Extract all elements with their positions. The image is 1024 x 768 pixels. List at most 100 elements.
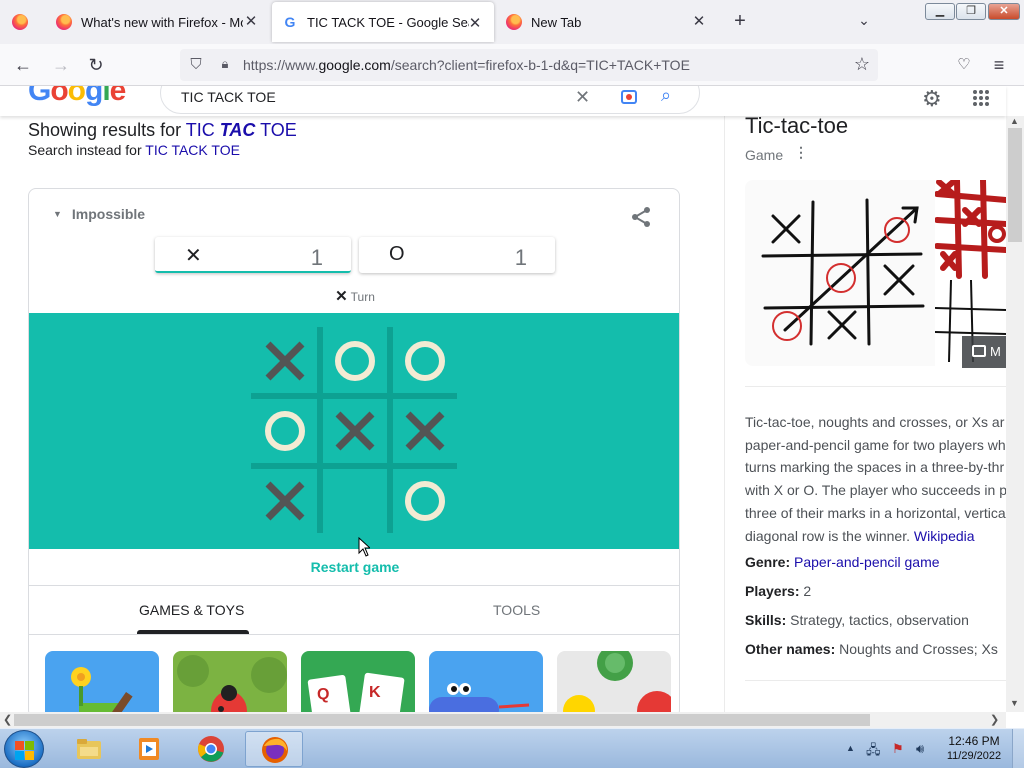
x-mark-icon — [335, 411, 375, 451]
tab-tools[interactable]: TOOLS — [493, 602, 540, 618]
lock-icon[interactable]: 🔒︎ — [218, 56, 232, 74]
clock-date[interactable]: 11/29/2022 — [942, 750, 1006, 762]
show-hidden-icons-icon[interactable]: ▲ — [846, 743, 855, 753]
o-mark-icon — [405, 341, 445, 381]
tab-games-and-toys[interactable]: GAMES & TOYS — [139, 602, 244, 618]
card-tabs: GAMES & TOYS TOOLS — [29, 585, 679, 635]
more-images-button[interactable]: M — [962, 336, 1006, 368]
more-options-icon[interactable]: ⋮ — [794, 144, 808, 161]
board-cell[interactable] — [251, 397, 321, 467]
scroll-down-arrow-icon[interactable]: ▼ — [1010, 698, 1019, 708]
clear-search-icon[interactable]: ✕ — [575, 87, 590, 108]
genre-link[interactable]: Paper-and-pencil game — [794, 554, 940, 570]
restart-game-button[interactable]: Restart game — [29, 559, 679, 575]
tab-new-tab[interactable]: New Tab ✕ — [496, 0, 718, 44]
google-lens-icon[interactable] — [621, 90, 637, 104]
tab-pinned-firefox[interactable] — [0, 0, 42, 44]
board-cell[interactable] — [391, 397, 461, 467]
board-cell[interactable] — [391, 327, 461, 397]
back-arrow-icon[interactable]: ← — [12, 54, 34, 76]
game-thumbnail-fruit[interactable] — [557, 651, 671, 717]
vertical-scrollbar[interactable]: ▲ ▼ — [1006, 116, 1024, 712]
firefox-icon — [12, 14, 28, 30]
game-board — [251, 327, 461, 537]
description-line: paper-and-pencil game for two players wh — [745, 436, 1006, 453]
tic-tac-toe-game-card: ▼ Impossible ✕ 1 O 1 ✕ Turn Restart game G… — [28, 188, 680, 718]
bookmark-star-icon[interactable]: ☆ — [852, 54, 872, 75]
tab-label: New Tab — [531, 14, 582, 30]
hamburger-menu-icon[interactable]: ≡ — [988, 54, 1010, 76]
pocket-icon[interactable]: ♡ — [953, 54, 975, 76]
google-apps-grid-icon[interactable] — [971, 88, 991, 108]
tab-google-search[interactable]: G TIC TACK TOE - Google Search ✕ — [272, 2, 494, 42]
url-text[interactable]: https://www.google.com/search?client=fir… — [243, 57, 690, 73]
wikipedia-link[interactable]: Wikipedia — [914, 528, 975, 544]
turn-symbol: ✕ — [335, 288, 348, 305]
tab-whats-new[interactable]: What's new with Firefox - More ✕ — [46, 0, 270, 44]
board-cell[interactable] — [321, 467, 391, 537]
windows-logo-icon — [25, 741, 34, 750]
scroll-left-arrow-icon[interactable]: ❮ — [3, 713, 12, 726]
x-mark-icon — [265, 341, 305, 381]
board-cell[interactable] — [251, 467, 321, 537]
vertical-scroll-thumb[interactable] — [1008, 128, 1022, 242]
google-icon: G — [282, 14, 298, 30]
board-cell[interactable] — [251, 327, 321, 397]
scroll-up-arrow-icon[interactable]: ▲ — [1010, 116, 1019, 126]
empty-cell — [321, 467, 391, 537]
horizontal-scroll-thumb[interactable] — [14, 714, 870, 726]
horizontal-scrollbar[interactable]: ❮ ❯ — [0, 712, 1006, 728]
address-bar[interactable]: ⛉ 🔒︎ https://www.google.com/search?clien… — [180, 49, 878, 81]
show-desktop-button[interactable] — [1012, 729, 1024, 768]
search-input[interactable]: TIC TACK TOE ✕ ⌕ — [160, 86, 700, 114]
description-line: turns marking the spaces in a three-by-t… — [745, 459, 1005, 476]
search-icon[interactable]: ⌕ — [661, 86, 671, 106]
scroll-right-arrow-icon[interactable]: ❯ — [990, 713, 999, 726]
knowledge-panel-subtitle: Game — [745, 147, 784, 163]
difficulty-dropdown[interactable]: ▼ Impossible — [53, 206, 145, 222]
volume-icon[interactable]: 🔊︎ — [916, 741, 932, 757]
taskbar-media-player[interactable] — [120, 731, 178, 767]
tab-label: What's new with Firefox - More — [81, 14, 243, 30]
forward-arrow-icon[interactable]: → — [50, 54, 72, 76]
description-line: Tic-tac-toe, noughts and crosses, or Xs … — [745, 414, 1005, 430]
close-tab-icon[interactable]: ✕ — [466, 15, 484, 33]
clock-time[interactable]: 12:46 PM — [942, 734, 1006, 748]
close-tab-icon[interactable]: ✕ — [690, 13, 708, 31]
list-all-tabs-icon[interactable]: ⌄ — [854, 12, 874, 32]
game-thumbnail-bug[interactable] — [173, 651, 287, 717]
taskbar-explorer[interactable] — [60, 731, 118, 767]
close-window-button[interactable]: ✕ — [988, 3, 1020, 20]
game-thumbnail-solitaire[interactable]: QK — [301, 651, 415, 717]
x-mark-icon — [265, 481, 305, 521]
new-tab-button[interactable]: + — [730, 11, 750, 32]
tracking-protection-shield-icon[interactable]: ⛉ — [188, 56, 204, 74]
taskbar-firefox[interactable] — [245, 731, 303, 767]
score-o-value: 1 — [514, 245, 527, 270]
minimize-button[interactable]: ▁ — [925, 3, 955, 20]
reload-icon[interactable]: ↻ — [85, 54, 107, 76]
game-thumbnail-snake[interactable] — [429, 651, 543, 717]
action-center-flag-icon[interactable]: ⚑ — [892, 741, 908, 757]
svg-text:K: K — [369, 684, 381, 701]
restore-button[interactable]: ❐ — [956, 3, 986, 20]
corrected-query-link[interactable]: TIC TAC TOE — [186, 120, 297, 140]
taskbar-chrome[interactable] — [182, 731, 240, 767]
board-cell[interactable] — [321, 327, 391, 397]
network-icon[interactable]: 🖧︎ — [866, 741, 882, 757]
knowledge-panel-title: Tic-tac-toe — [745, 113, 849, 138]
close-tab-icon[interactable]: ✕ — [242, 13, 260, 31]
svg-text:Q: Q — [317, 686, 329, 703]
knowledge-panel-image[interactable] — [745, 180, 935, 366]
gear-icon[interactable]: ⚙ — [922, 86, 942, 112]
board-cell[interactable] — [391, 467, 461, 537]
start-button[interactable] — [4, 730, 44, 768]
google-logo[interactable]: Google — [28, 86, 126, 108]
board-cell[interactable] — [321, 397, 391, 467]
game-thumbnail-garden[interactable] — [45, 651, 159, 717]
share-icon[interactable] — [629, 205, 653, 229]
firefox-icon — [262, 737, 288, 763]
windows-logo-icon — [15, 741, 24, 750]
search-query[interactable]: TIC TACK TOE — [181, 89, 276, 105]
original-query-link[interactable]: TIC TACK TOE — [145, 142, 240, 158]
